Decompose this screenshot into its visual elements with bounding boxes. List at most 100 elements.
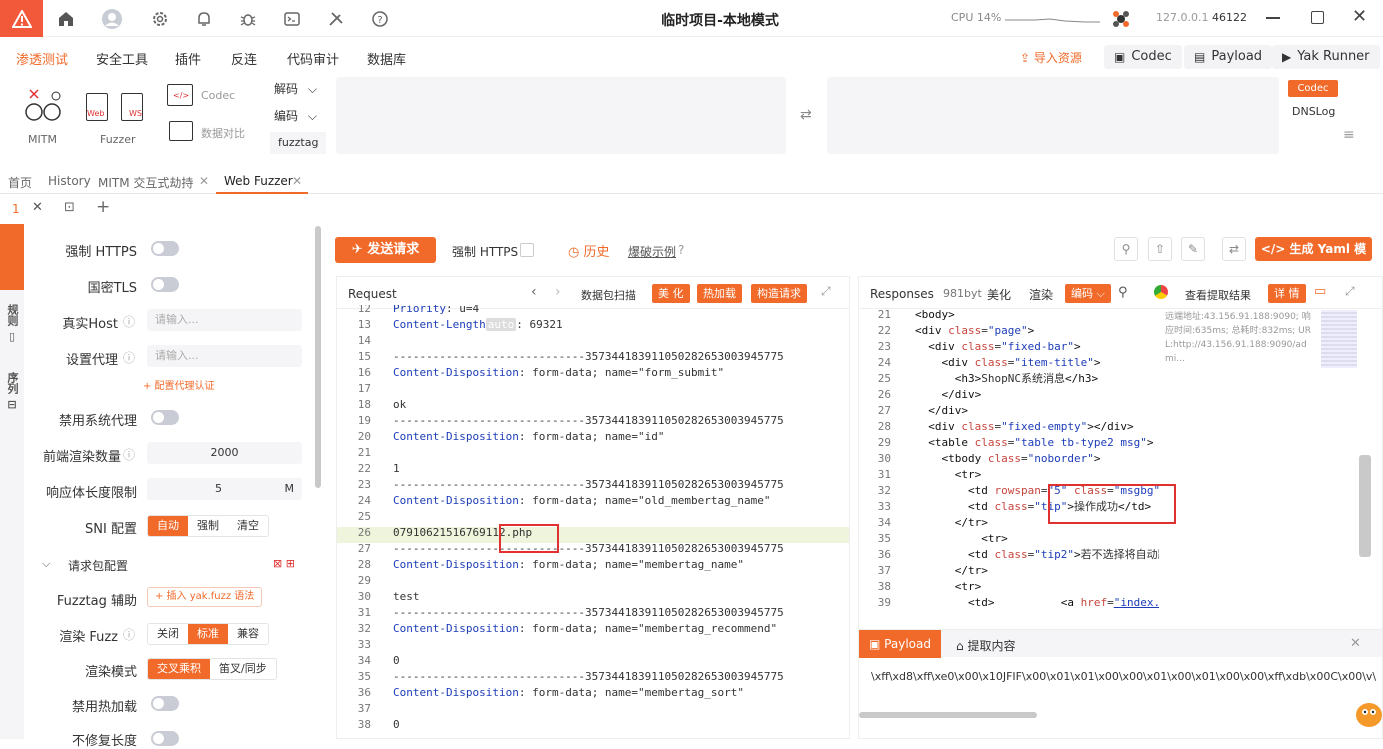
dnslog-tag[interactable]: DNSLog — [1292, 105, 1335, 118]
chrome-icon[interactable] — [1154, 285, 1168, 299]
codec-tool-icon[interactable]: </> — [167, 84, 193, 106]
side-tab-config[interactable] — [0, 224, 24, 290]
payload-tab[interactable]: ▣ Payload — [859, 630, 941, 658]
render-fuzz-segmented[interactable]: 关闭 标准 兼容 — [147, 623, 269, 645]
encode-dropdown[interactable]: 编码 ⌵ — [1065, 284, 1111, 303]
codec-tool-label[interactable]: Codec — [201, 89, 235, 102]
yak-runner-button[interactable]: ▶ Yak Runner — [1272, 45, 1380, 69]
disable-hotload-toggle[interactable] — [151, 696, 179, 711]
beautify-button[interactable]: 美 化 — [652, 284, 690, 303]
bug-icon[interactable] — [237, 8, 259, 30]
close-icon[interactable]: ✕ — [1350, 636, 1361, 651]
close-icon[interactable]: ✕ — [32, 200, 43, 215]
codec-tag[interactable]: Codec — [1288, 80, 1338, 97]
tab-web-fuzzer[interactable]: Web Fuzzer — [224, 174, 293, 188]
save-icon[interactable]: ⊡ — [64, 200, 75, 215]
swap-icon[interactable]: ⇄ — [1222, 237, 1246, 261]
history-button[interactable]: ◷ 历史 — [568, 241, 610, 260]
insert-fuzz-button[interactable]: + 插入 yak.fuzz 语法 — [147, 587, 263, 607]
extract-tab[interactable]: ⌂ 提取内容 — [956, 637, 1015, 654]
delete-icon[interactable]: ⊠ ⊞ — [273, 557, 295, 570]
beautify-button[interactable]: 美化 — [987, 286, 1011, 303]
codec-output-box[interactable] — [827, 77, 1279, 154]
gear-icon[interactable] — [149, 8, 171, 30]
side-tab-rules[interactable]: 规则 ▯ — [0, 304, 24, 343]
brute-example-link[interactable]: 爆破示例 — [628, 243, 676, 260]
tab-mitm[interactable]: MITM 交互式劫持 — [98, 174, 193, 191]
gen-yaml-button[interactable]: </> 生成 Yaml 模板 — [1255, 237, 1372, 280]
import-resources-button[interactable]: ⇪ 导入资源 — [1020, 49, 1082, 66]
fullscreen-icon[interactable]: ⤢ — [1345, 284, 1355, 299]
build-request-button[interactable]: 构造请求 — [751, 284, 807, 303]
menu-pentest[interactable]: 渗透测试 — [16, 49, 68, 68]
swap-icon[interactable]: ⇄ — [800, 107, 812, 123]
disable-proxy-toggle[interactable] — [151, 410, 179, 425]
home-icon[interactable] — [55, 8, 77, 30]
warning-icon[interactable] — [0, 0, 43, 37]
menu-database[interactable]: 数据库 — [367, 49, 406, 68]
gm-tls-toggle[interactable] — [151, 277, 179, 292]
codec-button[interactable]: ▣ Codec — [1104, 45, 1182, 69]
chevron-down-icon[interactable]: ⌵ — [42, 557, 50, 571]
ws-fuzzer-icon[interactable]: WS — [121, 93, 143, 121]
menu-reverse[interactable]: 反连 — [231, 49, 257, 68]
info-icon[interactable]: ⓘ — [123, 313, 135, 330]
chevron-right-icon[interactable]: › — [555, 284, 561, 300]
response-scrollbar[interactable] — [1359, 455, 1371, 557]
add-icon[interactable]: + — [96, 197, 110, 217]
info-icon[interactable]: ⓘ — [123, 349, 135, 366]
proxy-input[interactable]: 请输入... — [147, 345, 302, 367]
response-editor[interactable]: 21 <body> 22 <div class="page"> 23 <div clas… — [859, 305, 1159, 627]
menu-code-audit[interactable]: 代码审计 — [287, 49, 339, 68]
view-extract-button[interactable]: 查看提取结果 — [1185, 287, 1251, 303]
comment-icon[interactable]: ▭ — [1314, 284, 1326, 299]
force-https-checkbox[interactable] — [520, 243, 534, 257]
terminal-icon[interactable] — [281, 8, 303, 30]
chevron-left-icon[interactable]: ‹ — [531, 284, 537, 300]
close-icon[interactable]: ✕ — [1352, 6, 1367, 27]
mitm-icon[interactable] — [20, 86, 64, 129]
side-tab-sequence[interactable]: 序列 ⊟ — [0, 372, 24, 411]
decode-dropdown[interactable]: 解码 ⌵ — [266, 78, 320, 100]
hotload-button[interactable]: 热加载 — [697, 284, 742, 303]
bell-icon[interactable] — [193, 8, 215, 30]
encode-dropdown[interactable]: 编码 ⌵ — [266, 105, 320, 127]
detail-button[interactable]: 详 情 — [1268, 284, 1306, 303]
tab-history[interactable]: History — [48, 174, 91, 188]
menu-security-tools[interactable]: 安全工具 — [96, 49, 148, 68]
fullscreen-icon[interactable]: ⤢ — [821, 284, 831, 299]
web-fuzzer-icon[interactable]: Web — [86, 93, 108, 121]
fuzztag-button[interactable]: fuzztag — [270, 132, 326, 154]
minimize-icon[interactable] — [1266, 17, 1280, 19]
close-icon[interactable]: ✕ — [199, 174, 209, 188]
resp-limit-input[interactable]: 5M — [147, 478, 302, 500]
tab-home[interactable]: 首页 — [8, 174, 32, 191]
sort-icon[interactable]: ≡ — [1343, 127, 1355, 143]
codec-input-box[interactable] — [336, 77, 786, 154]
info-icon[interactable]: ⓘ — [123, 626, 135, 643]
render-count-input[interactable]: 2000 — [147, 442, 302, 464]
request-editor[interactable]: 12 Priority: u=4 13 Content-Length auto: 693… — [337, 305, 849, 738]
avatar-icon[interactable] — [101, 8, 123, 30]
export-icon[interactable]: ⇧ — [1148, 237, 1172, 261]
tools-icon[interactable] — [325, 8, 347, 30]
force-https-toggle[interactable] — [151, 241, 179, 256]
minimap[interactable] — [1321, 310, 1357, 368]
payload-button[interactable]: ▤ Payload — [1184, 45, 1273, 69]
send-request-button[interactable]: ✈ 发送请求 — [335, 237, 436, 263]
edit-icon[interactable]: ✎ — [1181, 237, 1205, 261]
share-icon[interactable]: ⚲ — [1114, 237, 1138, 261]
real-host-input[interactable]: 请输入... — [147, 309, 302, 331]
compare-label[interactable]: 数据对比 — [201, 125, 245, 141]
proxy-auth-link[interactable]: + 配置代理认证 — [143, 377, 215, 392]
help-icon[interactable]: ? — [678, 243, 684, 257]
info-icon[interactable]: ⓘ — [123, 446, 135, 463]
menu-plugins[interactable]: 插件 — [175, 49, 201, 68]
packet-scan-button[interactable]: 数据包扫描 — [581, 287, 636, 303]
subtab-1[interactable]: 1 — [12, 202, 20, 216]
maximize-icon[interactable] — [1311, 11, 1324, 24]
req-pkg-section[interactable]: 请求包配置 — [68, 557, 128, 574]
render-button[interactable]: 渲染 — [1029, 286, 1053, 303]
render-mode-segmented[interactable]: 交叉乘积 笛叉/同步 — [147, 658, 277, 680]
search-icon[interactable]: ⚲ — [1118, 285, 1128, 300]
